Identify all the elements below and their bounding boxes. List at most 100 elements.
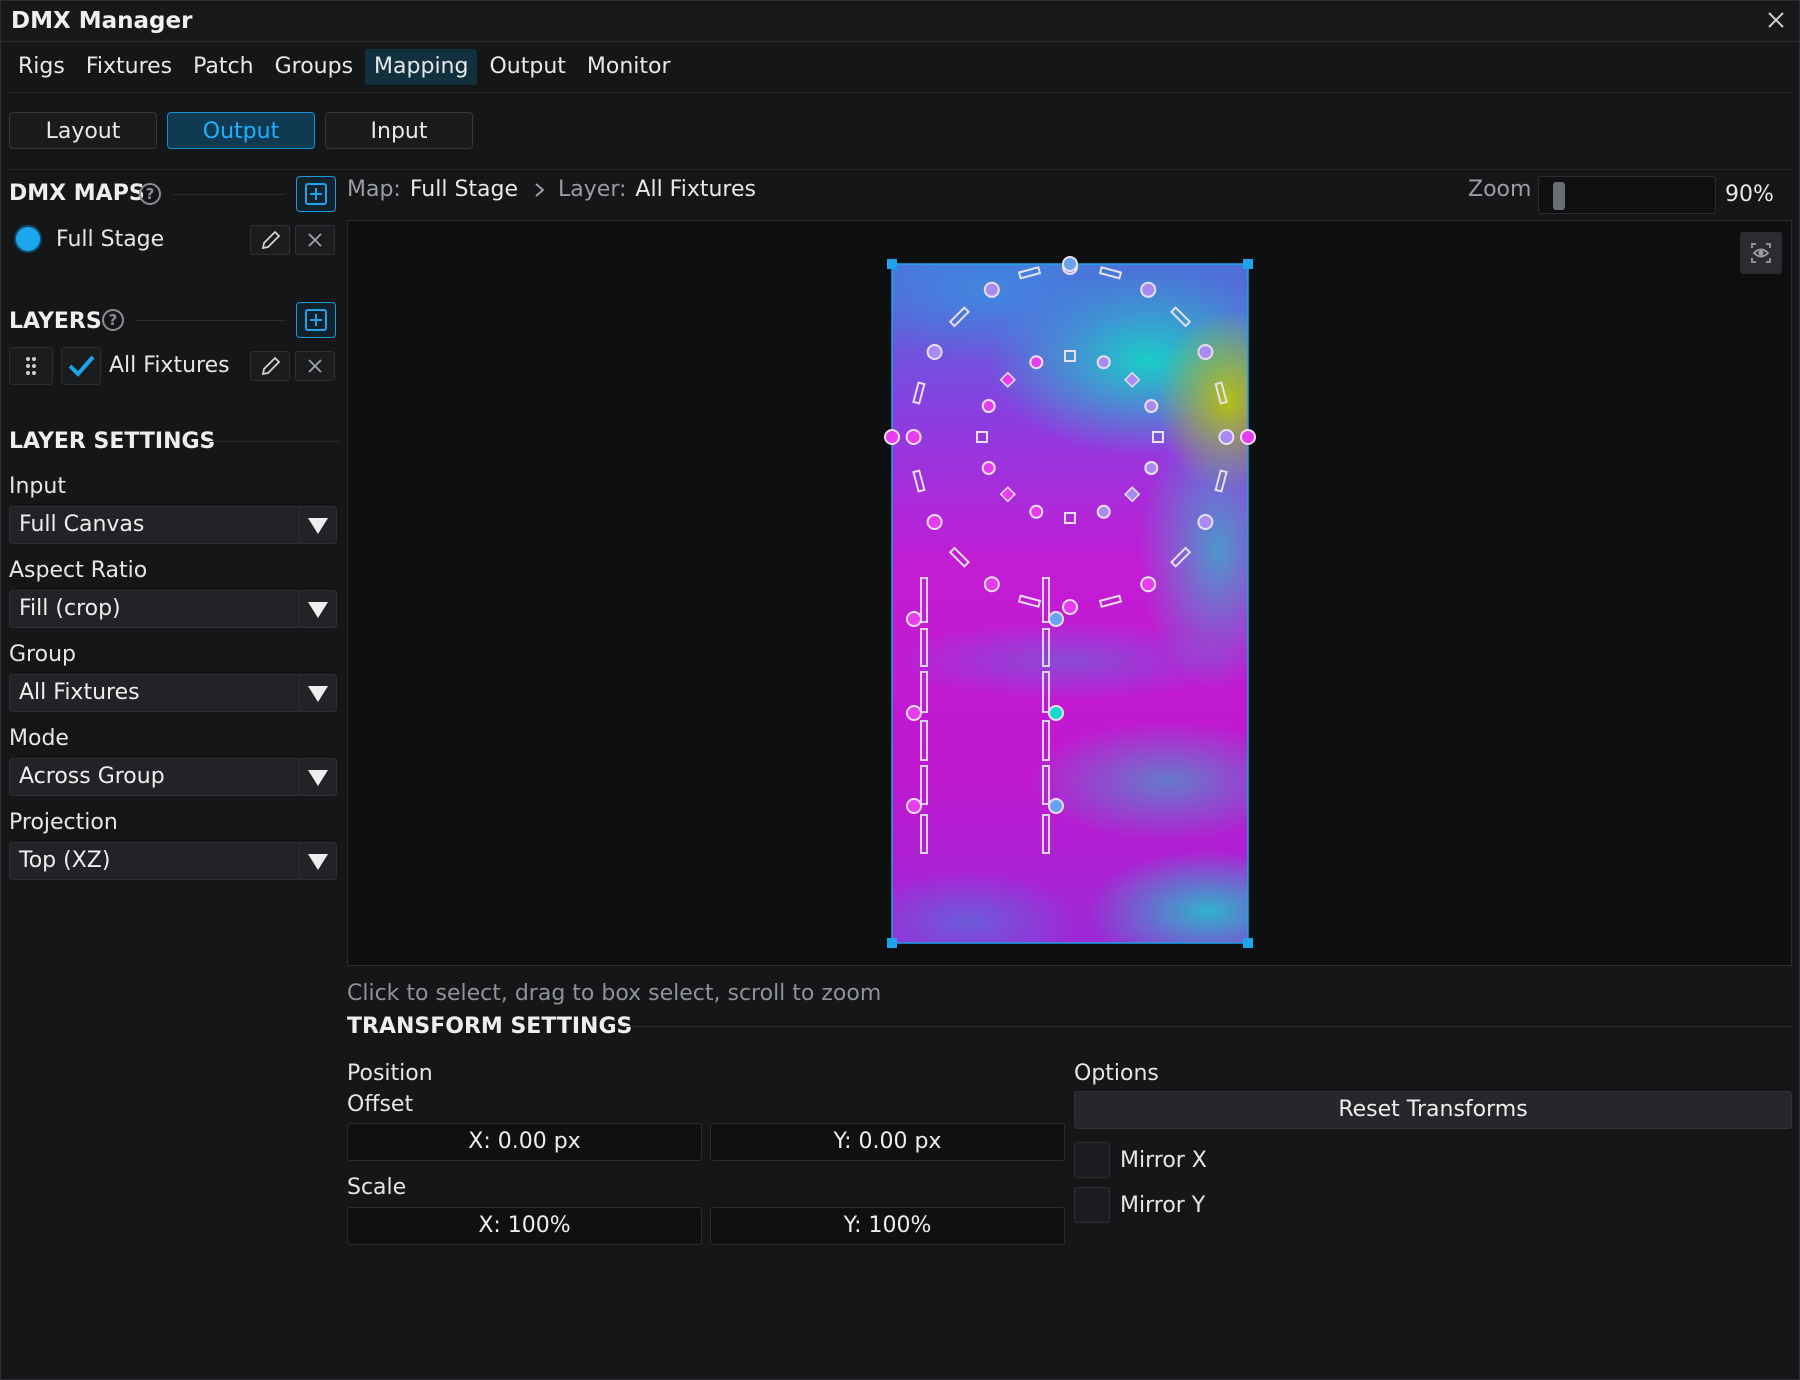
resize-handle[interactable] <box>1243 259 1253 269</box>
dmx-maps-heading: DMX MAPS <box>9 181 145 206</box>
tab-output[interactable]: Output <box>480 49 574 85</box>
mirror-y-checkbox[interactable] <box>1074 1187 1110 1223</box>
tab-mapping[interactable]: Mapping <box>365 49 478 85</box>
breadcrumb-layer-value[interactable]: All Fixtures <box>635 177 756 202</box>
input-select[interactable]: Full Canvas <box>9 506 337 544</box>
fixture-dot[interactable] <box>983 281 1000 298</box>
fixture-dot[interactable] <box>1029 355 1044 370</box>
mode-select[interactable]: Across Group <box>9 758 337 796</box>
fixture-dot[interactable] <box>1144 399 1159 413</box>
tab-patch[interactable]: Patch <box>184 49 262 85</box>
tab-groups[interactable]: Groups <box>266 49 362 85</box>
layer-name[interactable]: All Fixtures <box>109 353 230 378</box>
fixture-dot[interactable] <box>981 399 996 413</box>
group-select[interactable]: All Fixtures <box>9 674 337 712</box>
mode-label: Mode <box>9 726 69 751</box>
zoom-slider-handle[interactable] <box>1553 182 1565 210</box>
input-label: Input <box>9 474 66 499</box>
canvas-hint: Click to select, drag to box select, scr… <box>347 981 882 1006</box>
fixture-dot[interactable] <box>1096 504 1111 519</box>
tab-fixtures[interactable]: Fixtures <box>77 49 181 85</box>
position-label: Position <box>347 1061 433 1086</box>
scale-x-field[interactable]: X: 100% <box>347 1207 702 1245</box>
fixture-dot[interactable] <box>981 461 996 475</box>
offset-y-field[interactable]: Y: 0.00 px <box>710 1123 1065 1161</box>
mirror-x-label: Mirror X <box>1120 1148 1207 1173</box>
input-select-value: Full Canvas <box>19 512 145 537</box>
fixture-dot[interactable] <box>1240 429 1256 445</box>
delete-icon <box>308 359 322 373</box>
projection-label: Projection <box>9 810 118 835</box>
offset-label: Offset <box>347 1092 414 1117</box>
offset-x-field[interactable]: X: 0.00 px <box>347 1123 702 1161</box>
drag-handle[interactable] <box>9 347 53 385</box>
resize-handle[interactable] <box>887 259 897 269</box>
pixel-map-preview <box>892 264 1248 943</box>
fixture-dot[interactable] <box>905 429 922 445</box>
edit-map-button[interactable] <box>250 225 290 255</box>
group-select-value: All Fixtures <box>19 680 140 705</box>
zoom-label: Zoom <box>1468 177 1532 202</box>
fixture-dot[interactable] <box>906 611 922 627</box>
fixture-dot[interactable] <box>1140 281 1157 298</box>
fixture-dot[interactable] <box>1062 256 1078 272</box>
aspect-ratio-select-value: Fill (crop) <box>19 596 121 621</box>
map-name[interactable]: Full Stage <box>56 227 164 252</box>
aspect-ratio-select[interactable]: Fill (crop) <box>9 590 337 628</box>
edit-layer-button[interactable] <box>250 351 290 381</box>
add-icon <box>305 183 327 205</box>
resize-handle[interactable] <box>1243 938 1253 948</box>
fixture-dot[interactable] <box>884 429 900 445</box>
fixture-dot[interactable] <box>1197 344 1214 360</box>
mirror-x-checkbox[interactable] <box>1074 1142 1110 1178</box>
add-icon <box>305 309 327 331</box>
scale-y-field[interactable]: Y: 100% <box>710 1207 1065 1245</box>
delete-layer-button[interactable] <box>295 351 335 381</box>
subtab-input[interactable]: Input <box>325 112 473 149</box>
tab-divider <box>9 92 1791 93</box>
fixture-dot[interactable] <box>926 344 943 360</box>
map-color-swatch[interactable] <box>14 225 42 253</box>
section-rule <box>209 441 339 442</box>
map-list-item[interactable] <box>9 222 49 258</box>
fixture-dot[interactable] <box>906 798 922 814</box>
mapping-canvas[interactable] <box>347 220 1792 966</box>
fixture-dot[interactable] <box>983 576 1000 593</box>
help-icon[interactable]: ? <box>102 309 124 331</box>
subtab-layout[interactable]: Layout <box>9 112 157 149</box>
fixture-dot[interactable] <box>1048 705 1064 721</box>
fixture-dot[interactable] <box>1140 576 1157 593</box>
breadcrumb-map-value[interactable]: Full Stage <box>410 177 518 202</box>
fixture-dot[interactable] <box>1029 504 1044 519</box>
fixture-dot[interactable] <box>906 705 922 721</box>
fixture-dot[interactable] <box>1218 429 1235 445</box>
resize-handle[interactable] <box>887 938 897 948</box>
options-label: Options <box>1074 1061 1159 1086</box>
zoom-slider[interactable] <box>1538 176 1716 214</box>
group-label: Group <box>9 642 76 667</box>
fixture-dot[interactable] <box>926 514 943 530</box>
layer-visibility-checkbox[interactable] <box>61 347 101 385</box>
projection-select[interactable]: Top (XZ) <box>9 842 337 880</box>
layer-settings-heading: LAYER SETTINGS <box>9 429 216 454</box>
fixture-dot[interactable] <box>1144 461 1159 475</box>
fixture-dot[interactable] <box>1048 798 1064 814</box>
tab-rigs[interactable]: Rigs <box>9 49 74 85</box>
add-map-button[interactable] <box>296 176 336 212</box>
section-rule <box>173 194 285 195</box>
tab-monitor[interactable]: Monitor <box>578 49 680 85</box>
dropdown-arrow-icon <box>299 759 328 795</box>
fixture-dot[interactable] <box>1197 514 1214 530</box>
mode-select-value: Across Group <box>19 764 165 789</box>
fixture-dot[interactable] <box>1096 355 1111 370</box>
layers-heading: LAYERS <box>9 309 102 334</box>
add-layer-button[interactable] <box>296 302 336 338</box>
close-icon[interactable] <box>1761 5 1791 35</box>
fixture-dot[interactable] <box>1048 611 1064 627</box>
main-tab-bar: Rigs Fixtures Patch Groups Mapping Outpu… <box>9 49 683 85</box>
fixture-dot[interactable] <box>1062 599 1078 615</box>
delete-map-button[interactable] <box>295 225 335 255</box>
reset-transforms-button[interactable]: Reset Transforms <box>1074 1091 1792 1129</box>
subtab-output[interactable]: Output <box>167 112 315 149</box>
help-icon[interactable]: ? <box>139 183 161 205</box>
